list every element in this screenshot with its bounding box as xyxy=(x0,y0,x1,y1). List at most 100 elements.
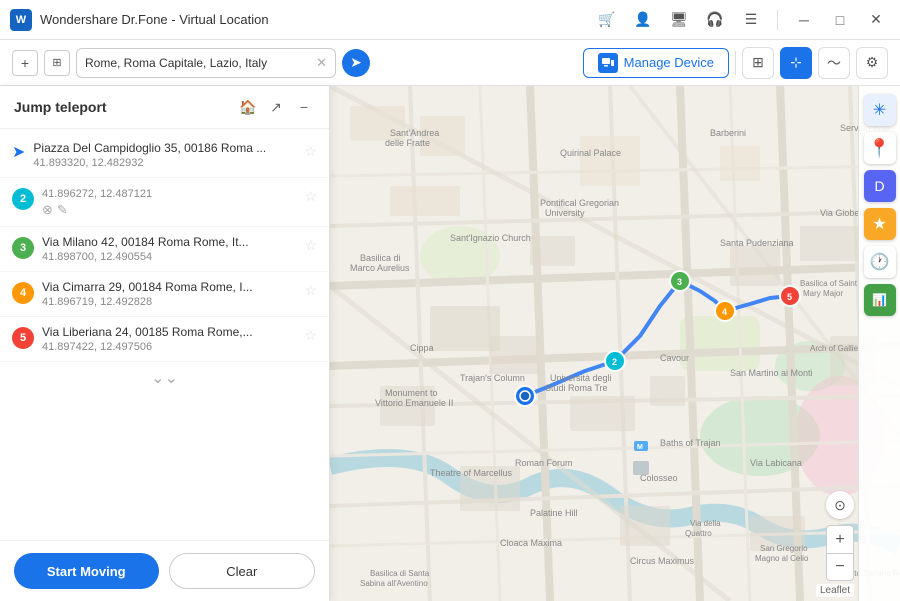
waypoint-coords: 41.893320, 12.482932 xyxy=(33,157,296,169)
move-icon-button[interactable]: ⊹ xyxy=(780,47,812,79)
waypoint-actions: ⊗ ✎ xyxy=(42,202,296,218)
waypoint-number: 3 xyxy=(12,237,34,259)
toolbar-right: Manage Device ⊞ ⊹ 〜 ⚙ xyxy=(583,47,888,79)
manage-device-label: Manage Device xyxy=(624,55,714,70)
location-text: Rome, Roma Capitale, Lazio, Italy xyxy=(85,56,310,70)
separator xyxy=(777,10,778,30)
compass-button[interactable]: ⊙ xyxy=(826,491,854,519)
svg-text:2: 2 xyxy=(612,357,617,367)
map-area[interactable]: Sant'Andrea delle Fratte Quirinal Palace… xyxy=(330,86,900,601)
waypoint-star-icon[interactable]: ☆ xyxy=(304,143,317,160)
svg-text:Vittorio Emanuele II: Vittorio Emanuele II xyxy=(375,398,453,408)
waypoint-coords: 41.896719, 12.492828 xyxy=(42,296,296,308)
waypoint-content: Via Liberiana 24, 00185 Roma Rome,... 41… xyxy=(42,325,296,353)
svg-text:San Martino ai Monti: San Martino ai Monti xyxy=(730,368,813,378)
close-button[interactable]: ✕ xyxy=(862,6,890,34)
waypoint-item[interactable]: 5 Via Liberiana 24, 00185 Roma Rome,... … xyxy=(0,317,329,362)
asterisk-icon[interactable]: ✳ xyxy=(864,94,896,126)
svg-text:Baths of Trajan: Baths of Trajan xyxy=(660,438,721,448)
toolbar: + ⊞ Rome, Roma Capitale, Lazio, Italy ✕ … xyxy=(0,40,900,86)
list-button[interactable]: ⊞ xyxy=(44,50,70,76)
sidebar-home-icon[interactable]: 🏠 xyxy=(237,96,259,118)
svg-text:Sabina all'Aventino: Sabina all'Aventino xyxy=(360,579,428,588)
cart-icon[interactable]: 🛒 xyxy=(593,6,621,34)
svg-text:Roman Forum: Roman Forum xyxy=(515,458,573,468)
waypoint-name: Via Cimarra 29, 00184 Roma Rome, I... xyxy=(42,280,296,294)
waypoint-star-icon[interactable]: ☆ xyxy=(304,188,317,205)
maps-pin-icon[interactable]: 📍 xyxy=(864,132,896,164)
sidebar-export-icon[interactable]: ↗ xyxy=(265,96,287,118)
svg-text:Mary Major: Mary Major xyxy=(803,289,843,298)
clear-button[interactable]: Clear xyxy=(169,553,316,589)
start-moving-button[interactable]: Start Moving xyxy=(14,553,159,589)
svg-text:Quattro: Quattro xyxy=(685,529,712,538)
svg-text:Pontifical Gregorian: Pontifical Gregorian xyxy=(540,198,619,208)
svg-text:Marco Aurelius: Marco Aurelius xyxy=(350,263,410,273)
waypoint-content: Via Cimarra 29, 00184 Roma Rome, I... 41… xyxy=(42,280,296,308)
titlebar: W Wondershare Dr.Fone - Virtual Location… xyxy=(0,0,900,40)
svg-text:Via Labicana: Via Labicana xyxy=(750,458,802,468)
sidebar-header-icons: 🏠 ↗ − xyxy=(237,96,315,118)
waypoint-content: 41.896272, 12.487121 ⊗ ✎ xyxy=(42,186,296,218)
svg-text:delle Fratte: delle Fratte xyxy=(385,138,430,148)
svg-text:Via della: Via della xyxy=(690,519,721,528)
zoom-controls: + − xyxy=(826,525,854,581)
svg-text:University: University xyxy=(545,208,585,218)
waypoint-star-icon[interactable]: ☆ xyxy=(304,327,317,344)
zoom-out-button[interactable]: − xyxy=(826,553,854,581)
waypoint-number: 2 xyxy=(12,188,34,210)
location-go-button[interactable]: ➤ xyxy=(342,49,370,77)
chart-icon[interactable]: 📊 xyxy=(864,284,896,316)
svg-text:Basilica di: Basilica di xyxy=(360,253,401,263)
grid-icon-button[interactable]: ⊞ xyxy=(742,47,774,79)
star-icon[interactable]: ★ xyxy=(864,208,896,240)
waypoint-coords: 41.896272, 12.487121 xyxy=(42,188,296,200)
svg-text:Cavour: Cavour xyxy=(660,353,689,363)
location-clear-icon[interactable]: ✕ xyxy=(316,55,327,71)
manage-device-button[interactable]: Manage Device xyxy=(583,48,729,78)
sidebar-title: Jump teleport xyxy=(14,99,229,115)
svg-text:Basilica of Saint: Basilica of Saint xyxy=(800,279,858,288)
add-button[interactable]: + xyxy=(12,50,38,76)
svg-text:Sant'Ignazio Church: Sant'Ignazio Church xyxy=(450,233,531,243)
waypoint-item[interactable]: ➤ Piazza Del Campidoglio 35, 00186 Roma … xyxy=(0,133,329,178)
svg-text:3: 3 xyxy=(677,277,682,287)
more-icon-button[interactable]: ⚙ xyxy=(856,47,888,79)
waypoint-star-icon[interactable]: ☆ xyxy=(304,237,317,254)
zoom-in-button[interactable]: + xyxy=(826,525,854,553)
waypoints-list: ➤ Piazza Del Campidoglio 35, 00186 Roma … xyxy=(0,129,329,540)
minimize-button[interactable]: ─ xyxy=(790,6,818,34)
sidebar-minimize-icon[interactable]: − xyxy=(293,96,315,118)
svg-text:Barberini: Barberini xyxy=(710,128,746,138)
waypoint-item[interactable]: 4 Via Cimarra 29, 00184 Roma Rome, I... … xyxy=(0,272,329,317)
menu-icon[interactable]: ☰ xyxy=(737,6,765,34)
monitor-icon[interactable]: 🖥 xyxy=(665,6,693,34)
svg-text:Quirinal Palace: Quirinal Palace xyxy=(560,148,621,158)
sidebar-panel: Jump teleport 🏠 ↗ − ➤ Piazza Del Campido… xyxy=(0,86,330,601)
app-logo: W xyxy=(10,9,32,31)
waypoint-coords: 41.897422, 12.497506 xyxy=(42,341,296,353)
route-icon-button[interactable]: 〜 xyxy=(818,47,850,79)
waypoint-item[interactable]: 2 41.896272, 12.487121 ⊗ ✎ ☆ xyxy=(0,178,329,227)
maximize-button[interactable]: □ xyxy=(826,6,854,34)
waypoint-star-icon[interactable]: ☆ xyxy=(304,282,317,299)
waypoint-delete-icon[interactable]: ⊗ xyxy=(42,202,53,218)
profile-icon[interactable]: 👤 xyxy=(629,6,657,34)
logo-letter: W xyxy=(16,14,26,26)
show-more-icon[interactable]: ⌄⌄ xyxy=(0,362,329,394)
waypoint-edit-icon[interactable]: ✎ xyxy=(57,202,68,218)
clock-icon[interactable]: 🕐 xyxy=(864,246,896,278)
discord-icon[interactable]: D xyxy=(864,170,896,202)
svg-text:Studi Roma Tre: Studi Roma Tre xyxy=(545,383,608,393)
svg-text:Monument to: Monument to xyxy=(385,388,438,398)
svg-text:Basilica di Santa: Basilica di Santa xyxy=(370,569,430,578)
waypoint-item[interactable]: 3 Via Milano 42, 00184 Roma Rome, It... … xyxy=(0,227,329,272)
waypoint-number: 5 xyxy=(12,327,34,349)
waypoint-coords: 41.898700, 12.490554 xyxy=(42,251,296,263)
svg-text:Theatre of Marcellus: Theatre of Marcellus xyxy=(430,468,513,478)
svg-text:Università degli: Università degli xyxy=(550,373,612,383)
waypoint-name: Via Liberiana 24, 00185 Roma Rome,... xyxy=(42,325,296,339)
headphone-icon[interactable]: 🎧 xyxy=(701,6,729,34)
waypoint-number: 4 xyxy=(12,282,34,304)
svg-text:Cloaca Maxima: Cloaca Maxima xyxy=(500,538,562,548)
